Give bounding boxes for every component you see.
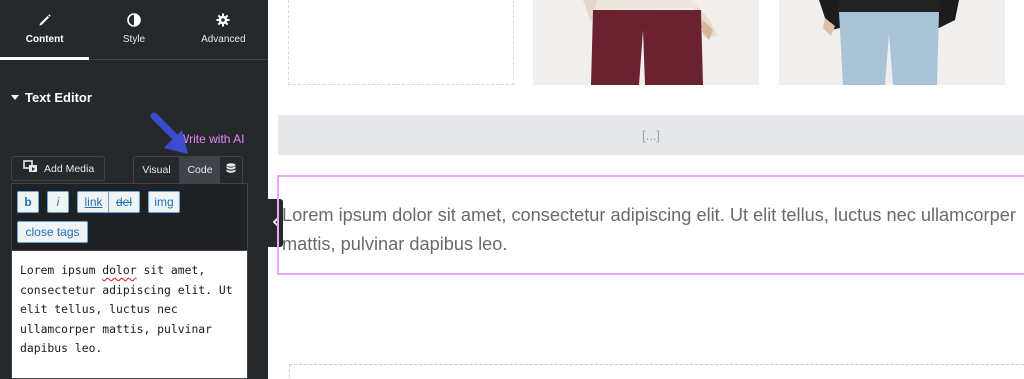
quicktag-close-tags-button[interactable]: close tags: [17, 221, 88, 243]
tab-advanced[interactable]: Advanced: [179, 0, 268, 59]
product-image[interactable]: [533, 0, 759, 85]
code-text: Lorem ipsum: [20, 263, 103, 277]
quicktag-bold-button[interactable]: b: [17, 191, 39, 213]
empty-column-placeholder[interactable]: [288, 0, 514, 85]
caret-down-icon: [11, 95, 19, 100]
widget-text: Lorem ipsum dolor sit amet, consectetur …: [282, 205, 1016, 254]
quicktag-img-button[interactable]: img: [148, 191, 180, 213]
tab-code[interactable]: Code: [180, 157, 220, 183]
add-media-button[interactable]: Add Media: [11, 156, 105, 181]
tab-label: Advanced: [201, 34, 246, 45]
quicktag-link-button[interactable]: link: [77, 191, 110, 213]
contrast-icon: [127, 13, 141, 27]
misspelled-word: dolor: [102, 263, 137, 277]
media-icon: [23, 160, 39, 177]
database-icon: [226, 162, 236, 178]
section-title: Text Editor: [25, 90, 92, 105]
editor-panel: Content Style Advanced Text Editor Write…: [0, 0, 268, 379]
section-toggle-text-editor[interactable]: Text Editor: [11, 90, 92, 105]
code-editor: b i link del img close tags Lorem ipsum …: [11, 183, 248, 379]
add-media-label: Add Media: [44, 162, 95, 175]
tab-visual[interactable]: Visual: [134, 157, 180, 183]
empty-section-placeholder[interactable]: [289, 364, 1024, 379]
tab-style[interactable]: Style: [89, 0, 178, 59]
text-editor-widget[interactable]: Lorem ipsum dolor sit amet, consectetur …: [277, 175, 1024, 275]
dynamic-tags-button[interactable]: [220, 157, 242, 183]
tab-content[interactable]: Content: [0, 0, 90, 60]
panel-tabs: Content Style Advanced: [0, 0, 268, 60]
shortcode-placeholder[interactable]: [...]: [278, 115, 1024, 155]
pointer-arrow-icon: [150, 112, 188, 154]
tab-label: Style: [122, 34, 146, 45]
editor-mode-tabs: Visual Code: [133, 156, 243, 183]
pencil-icon: [38, 13, 52, 27]
product-image[interactable]: [779, 0, 1005, 85]
gear-icon: [216, 13, 230, 27]
code-textarea[interactable]: Lorem ipsum dolor sit amet, consectetur …: [12, 250, 247, 378]
tab-label: Content: [25, 34, 64, 45]
quicktag-del-button[interactable]: del: [108, 191, 140, 213]
quicktag-italic-button[interactable]: i: [47, 191, 69, 213]
